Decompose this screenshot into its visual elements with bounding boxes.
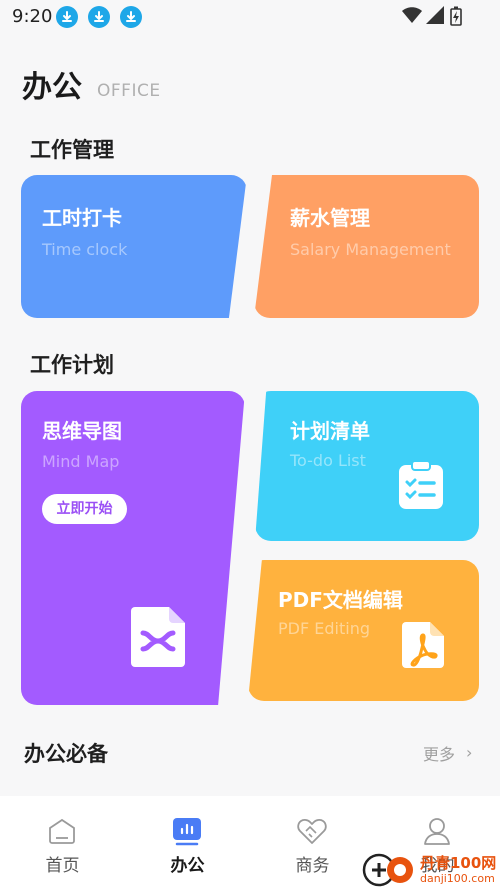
start-now-button[interactable]: 立即开始	[42, 494, 127, 524]
card-subtitle: PDF Editing	[278, 619, 370, 638]
page-title: 办公	[22, 70, 82, 105]
nav-label: 商务	[295, 856, 330, 876]
download-icon	[120, 6, 142, 28]
watermark: 丹青100网 danji100.com	[362, 851, 500, 889]
time-clock-card[interactable]: 工时打卡 Time clock	[21, 175, 247, 318]
battery-icon	[450, 6, 462, 26]
page-subtitle: OFFICE	[97, 81, 161, 101]
card-title: PDF文档编辑	[278, 588, 403, 612]
card-subtitle: Time clock	[42, 240, 128, 259]
download-icon	[56, 6, 78, 28]
wifi-icon	[402, 7, 422, 23]
card-subtitle: Salary Management	[290, 240, 451, 259]
section-title-work-management: 工作管理	[30, 138, 114, 162]
section-title-work-plan: 工作计划	[30, 353, 114, 377]
handshake-icon	[297, 819, 327, 844]
nav-item-home[interactable]: 首页	[0, 796, 125, 889]
home-icon	[49, 818, 75, 844]
pdf-file-icon	[402, 622, 444, 668]
card-title: 薪水管理	[290, 206, 370, 230]
section-title-essentials: 办公必备	[24, 742, 108, 766]
nav-item-office[interactable]: 办公	[125, 796, 250, 889]
mind-map-file-icon	[131, 607, 185, 667]
chart-icon	[173, 818, 201, 846]
pdf-editing-card[interactable]: PDF文档编辑 PDF Editing	[248, 560, 479, 701]
card-subtitle: Mind Map	[42, 452, 120, 471]
watermark-logo-icon	[362, 853, 413, 887]
card-title: 思维导图	[42, 419, 122, 443]
todo-list-card[interactable]: 计划清单 To-do List	[255, 391, 479, 541]
watermark-text: 丹青100网	[420, 854, 497, 872]
clipboard-checklist-icon	[399, 461, 443, 509]
chevron-right-icon[interactable]: ›	[466, 743, 472, 762]
card-subtitle: To-do List	[290, 451, 366, 470]
card-title: 工时打卡	[42, 206, 122, 230]
profile-icon	[424, 818, 450, 845]
nav-label: 办公	[170, 856, 205, 876]
status-time: 9:20	[12, 6, 53, 27]
more-link[interactable]: 更多	[423, 741, 455, 765]
nav-item-business[interactable]: 商务	[250, 796, 375, 889]
card-title: 计划清单	[290, 419, 370, 443]
status-bar: 9:20	[0, 0, 500, 34]
signal-icon	[426, 6, 444, 24]
salary-card[interactable]: 薪水管理 Salary Management	[254, 175, 479, 318]
watermark-url: danji100.com	[420, 872, 495, 885]
mind-map-card[interactable]: 思维导图 Mind Map 立即开始	[21, 391, 245, 705]
download-icon	[88, 6, 110, 28]
nav-label: 首页	[45, 856, 80, 876]
